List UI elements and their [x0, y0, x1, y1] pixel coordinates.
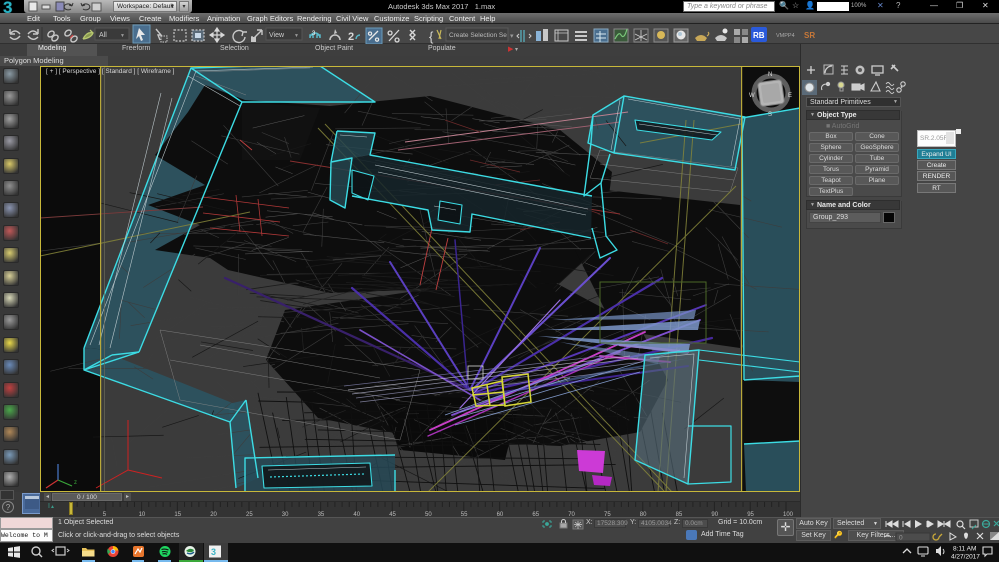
svg-text:▼: ▼: [294, 33, 299, 39]
svg-text:SR: SR: [804, 31, 815, 40]
svg-text:▼: ▼: [120, 33, 125, 39]
svg-text:S: S: [768, 112, 772, 118]
svg-text:View: View: [269, 32, 285, 39]
svg-text:3: 3: [312, 31, 316, 37]
svg-text:W: W: [749, 93, 755, 99]
svg-text:8:11 AM: 8:11 AM: [953, 546, 976, 553]
svg-text:0: 0: [899, 535, 903, 542]
svg-text:z: z: [74, 480, 77, 486]
svg-text:RB: RB: [753, 31, 765, 40]
svg-text:▾: ▾: [510, 33, 514, 40]
svg-text:All: All: [99, 32, 107, 39]
svg-text:Create Selection Se: Create Selection Se: [449, 32, 507, 39]
svg-text:3: 3: [211, 547, 216, 557]
svg-text:E: E: [788, 93, 792, 99]
svg-text:N: N: [768, 72, 772, 78]
svg-text:2: 2: [348, 31, 354, 43]
svg-text:VMPP4: VMPP4: [776, 33, 795, 39]
svg-text:{: {: [429, 29, 434, 44]
svg-text:4/27/2017: 4/27/2017: [951, 554, 980, 561]
